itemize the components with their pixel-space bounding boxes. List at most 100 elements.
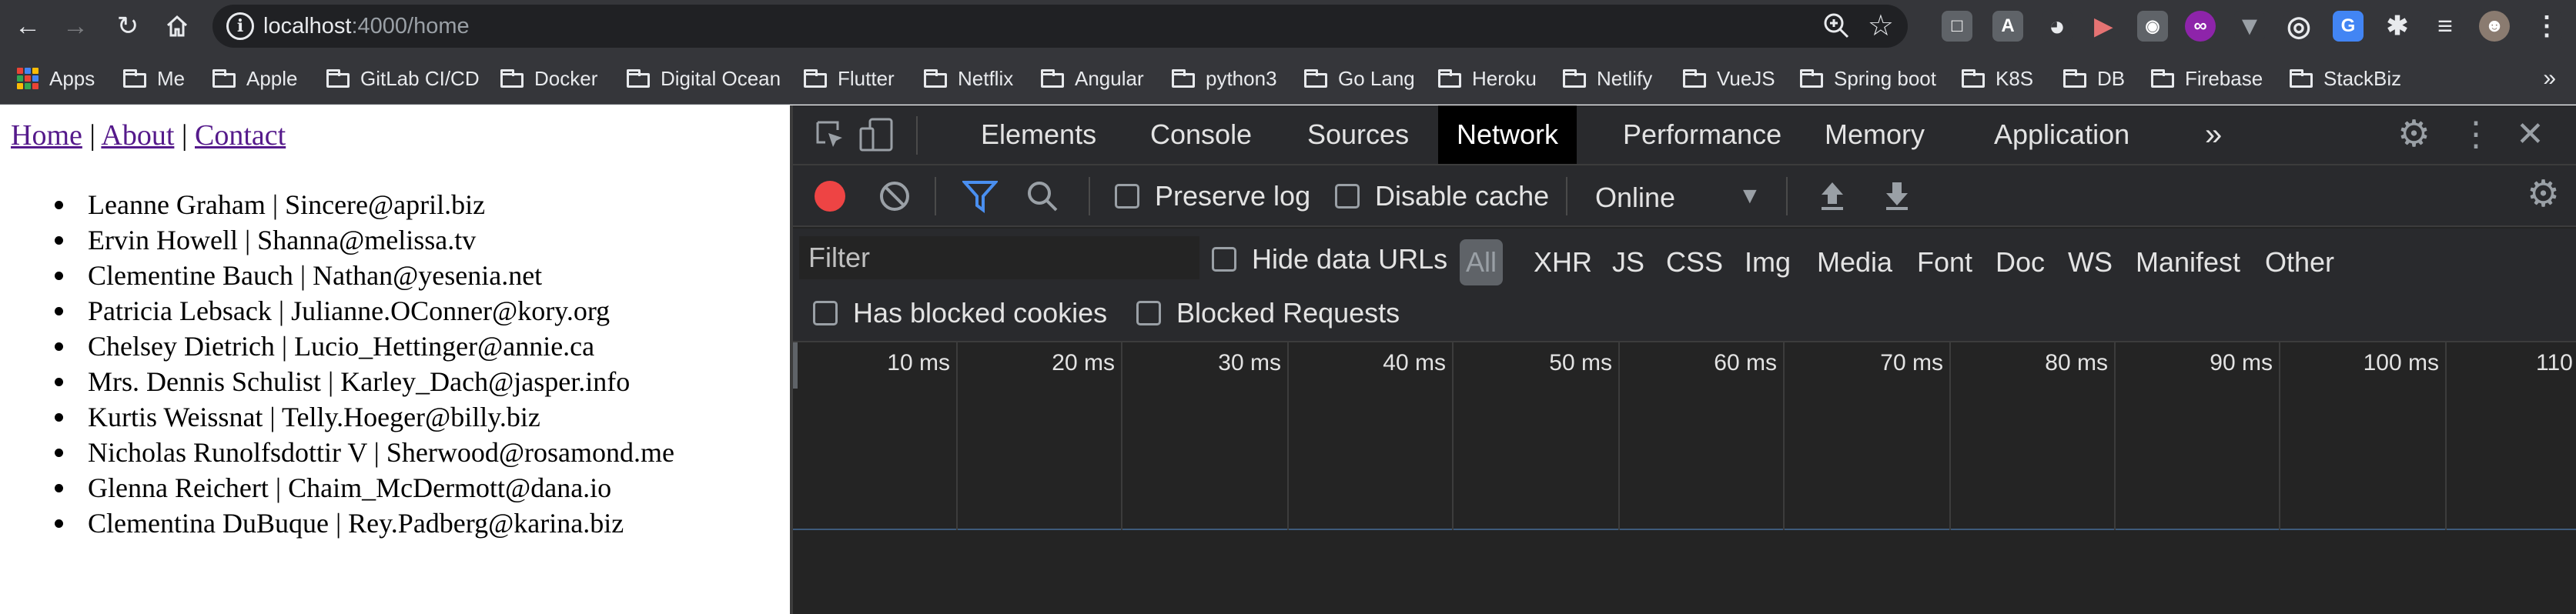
user-list: Leanne Graham | Sincere@april.biz Ervin … [46,187,674,541]
folder-icon [1683,69,1706,88]
filter-type-media[interactable]: Media [1817,239,1892,285]
tab-performance[interactable]: Performance [1604,105,1800,164]
close-devtools-icon[interactable]: ✕ [2516,115,2544,155]
record-icon[interactable] [815,181,845,212]
site-info-icon[interactable]: i [226,12,254,40]
filter-type-manifest[interactable]: Manifest [2136,239,2240,285]
bookmark-folder-netlify[interactable]: Netlify [1563,52,1652,105]
tick-label: 110 ms [2536,350,2576,375]
filter-input[interactable]: Filter [799,236,1199,279]
preserve-log-checkbox[interactable] [1115,184,1139,209]
search-icon[interactable] [1025,179,1059,217]
network-request-list[interactable] [793,532,2576,614]
zoom-icon[interactable] [1820,9,1854,43]
filter-type-ws[interactable]: WS [2068,239,2113,285]
forward-arrow-icon[interactable]: → [55,6,95,46]
bookmark-folder-python3[interactable]: python3 [1172,52,1277,105]
back-arrow-icon[interactable]: ← [8,6,48,46]
reading-list-icon[interactable]: ≡ [2430,11,2461,42]
filter-type-other[interactable]: Other [2265,239,2334,285]
filter-type-js[interactable]: JS [1612,239,1644,285]
folder-icon [1304,69,1327,88]
list-item: Clementina DuBuque | Rey.Padberg@karina.… [46,506,674,541]
contact-link[interactable]: Contact [195,119,286,152]
blocked-requests-checkbox[interactable] [1136,301,1161,325]
tab-network[interactable]: Network [1438,105,1577,164]
bookmark-folder-stackbiz[interactable]: StackBiz [2290,52,2401,105]
translate-extension-icon[interactable]: G [2333,11,2364,42]
bookmark-star-icon[interactable]: ☆ [1868,8,1894,45]
disable-cache-checkbox[interactable] [1335,184,1360,209]
tick-label: 40 ms [1383,350,1446,375]
chevron-down-icon[interactable]: ▼ [1738,179,1761,213]
bookmark-folder-angular[interactable]: Angular [1041,52,1144,105]
chat-extension-icon[interactable]: □ [1942,11,1972,42]
bookmark-folder-me[interactable]: Me [123,52,185,105]
devtools-menu-icon[interactable]: ⋮ [2459,115,2493,155]
bookmark-label: Angular [1075,66,1144,90]
bookmark-label: Spring boot [1834,66,1936,90]
bookmark-folder-spring-boot[interactable]: Spring boot [1800,52,1936,105]
camera-extension-icon[interactable]: ◉ [2137,11,2168,42]
device-toolbar-icon[interactable] [859,118,895,155]
settings-gear-icon[interactable]: ⚙ [2397,116,2430,153]
tab-elements[interactable]: Elements [962,105,1115,164]
bookmark-folder-flutter[interactable]: Flutter [804,52,895,105]
puzzle-extensions-icon[interactable]: ✱ [2382,11,2413,42]
tab-memory[interactable]: Memory [1806,105,1943,164]
bookmark-folder-gitlab[interactable]: GitLab CI/CD [326,52,480,105]
filter-funnel-icon[interactable] [961,179,999,217]
export-har-icon[interactable] [1882,179,1912,217]
bookmark-folder-k8s[interactable]: K8S [1962,52,2033,105]
hide-data-urls-checkbox[interactable] [1212,247,1236,272]
tab-application[interactable]: Application [1975,105,2148,164]
bookmarks-bar: Apps Me Apple GitLab CI/CD Docker Digita… [0,52,2576,105]
chrome-menu-icon[interactable]: ⋮ [2531,11,2562,42]
clear-icon[interactable] [878,179,912,217]
about-link[interactable]: About [101,119,174,152]
refresh-extension-icon[interactable]: ◕ [2042,10,2073,42]
bookmark-folder-heroku[interactable]: Heroku [1438,52,1537,105]
filter-type-xhr[interactable]: XHR [1534,239,1592,285]
more-bookmarks-button[interactable]: » [2543,52,2556,105]
blocked-requests-label: Blocked Requests [1176,297,1400,329]
more-tabs-button[interactable]: » [2186,105,2240,164]
web-page: Home | About | Contact Leanne Graham | S… [0,105,790,614]
import-har-icon[interactable] [1817,179,1848,217]
has-blocked-cookies-checkbox[interactable] [813,301,838,325]
tab-sources[interactable]: Sources [1289,105,1427,164]
bookmark-folder-vuejs[interactable]: VueJS [1683,52,1775,105]
tab-console[interactable]: Console [1132,105,1270,164]
bookmark-folder-go-lang[interactable]: Go Lang [1304,52,1415,105]
vue-extension-icon[interactable]: ▼ [2234,11,2265,42]
bookmark-folder-docker[interactable]: Docker [500,52,597,105]
throttling-select[interactable]: Online [1595,182,1675,213]
folder-icon [2151,69,2174,88]
folder-icon [123,69,146,88]
toolbar-divider [1566,177,1567,215]
bookmark-folder-apple[interactable]: Apple [212,52,298,105]
filter-type-all[interactable]: All [1460,239,1504,285]
bookmark-apps[interactable]: Apps [17,52,95,105]
bookmark-folder-netflix[interactable]: Netflix [924,52,1013,105]
angular-extension-icon[interactable]: A [1992,11,2023,42]
filter-type-img[interactable]: Img [1745,239,1791,285]
home-icon[interactable] [157,6,197,46]
target-extension-icon[interactable]: ◎ [2283,10,2314,42]
bookmark-folder-firebase[interactable]: Firebase [2151,52,2263,105]
bookmark-folder-db[interactable]: DB [2063,52,2125,105]
network-overview-timeline[interactable]: 10 ms 20 ms 30 ms 40 ms 50 ms 60 ms 70 m… [793,342,2576,530]
bookmark-folder-digital-ocean[interactable]: Digital Ocean [627,52,781,105]
inspect-element-icon[interactable] [815,119,845,154]
network-settings-gear-icon[interactable]: ⚙ [2527,176,2560,213]
reload-icon[interactable]: ↻ [108,6,148,46]
filter-type-font[interactable]: Font [1917,239,1972,285]
address-bar[interactable]: i localhost:4000/home ☆ [212,5,1908,48]
home-link[interactable]: Home [11,119,82,152]
profile-avatar[interactable]: ☻ [2479,11,2510,42]
redux-extension-icon[interactable]: ∞ [2185,11,2216,42]
filter-type-css[interactable]: CSS [1666,239,1723,285]
filter-type-doc[interactable]: Doc [1996,239,2045,285]
video-extension-icon[interactable]: ▶ [2088,11,2119,42]
list-item: Leanne Graham | Sincere@april.biz [46,187,674,222]
